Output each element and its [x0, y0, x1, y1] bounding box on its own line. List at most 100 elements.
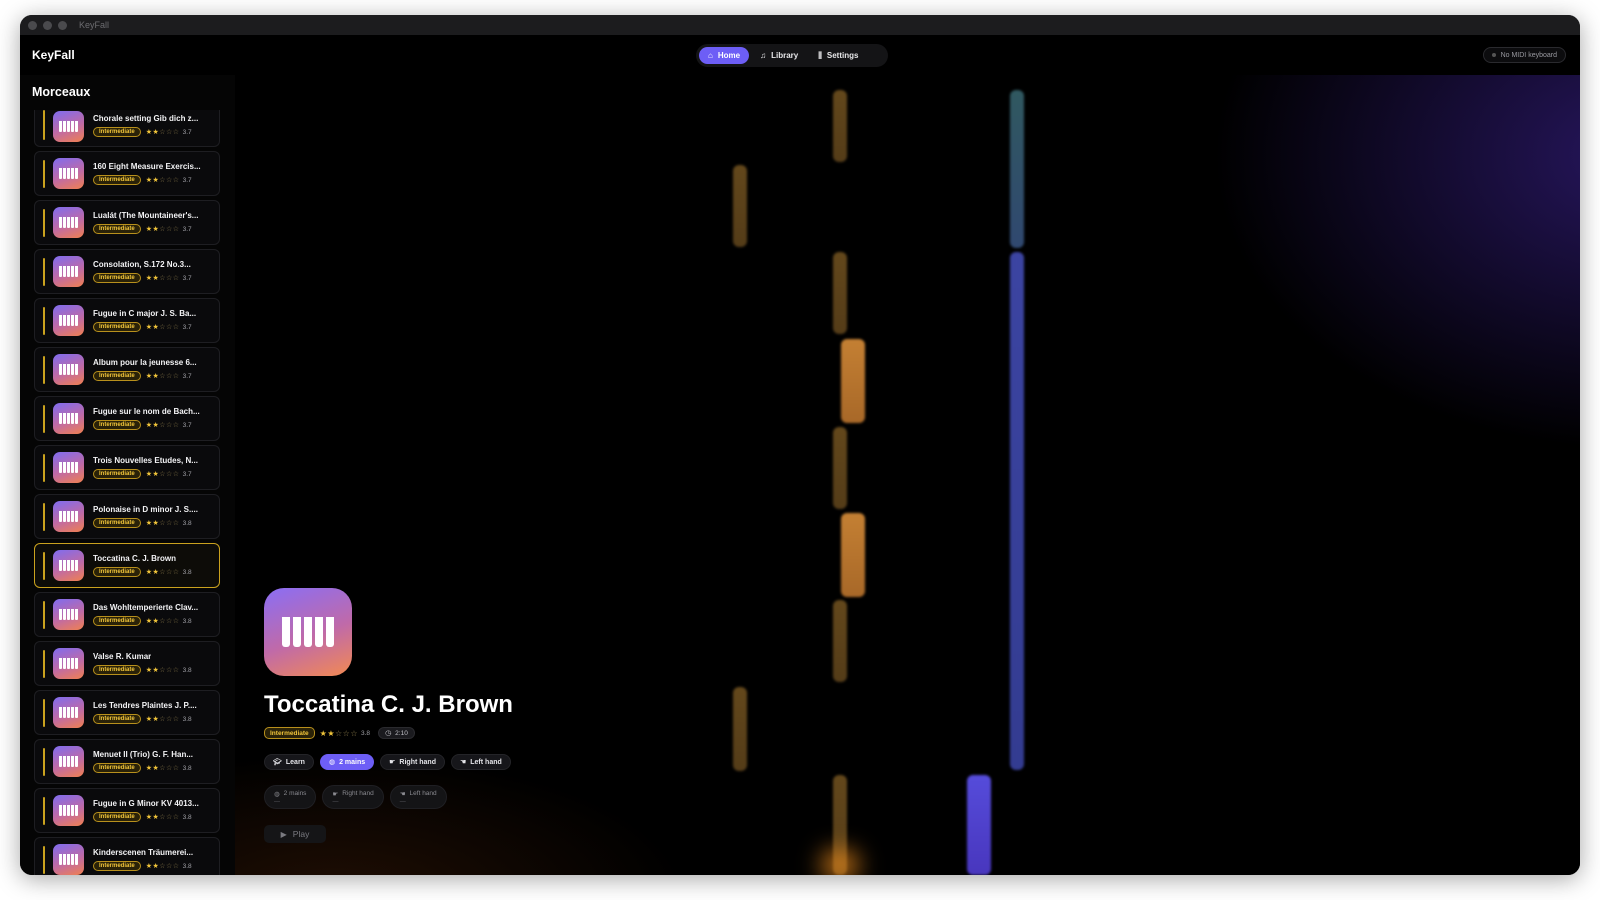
accent-bar [43, 748, 45, 776]
minimize-window-button[interactable] [43, 20, 52, 30]
mode-learn-label: Learn [285, 758, 305, 766]
left-hand-icon: ☚ [399, 790, 406, 798]
piano-icon [59, 168, 79, 179]
song-thumbnail [53, 403, 84, 434]
nav-library-button[interactable]: ♫ Library [751, 47, 807, 64]
song-list-item[interactable]: Fugue in C major J. S. Ba... Intermediate… [34, 298, 220, 343]
midi-status-badge[interactable]: No MIDI keyboard [1482, 47, 1566, 63]
accent-bar [43, 699, 45, 727]
song-list-item[interactable]: Les Tendres Plaintes J. P.... Intermediat… [34, 690, 220, 735]
song-list-item[interactable]: Kinderscenen Träumerei... Intermediate ★★☆… [34, 837, 220, 875]
song-list-item-meta: Intermediate ★★☆☆☆ 3.8 [93, 763, 192, 773]
song-thumbnail [53, 452, 84, 483]
stat-value: — [274, 798, 280, 805]
play-button[interactable]: ▶ Play [264, 825, 326, 843]
song-list-item[interactable]: 160 Eight Measure Exercis... Intermediate… [34, 151, 220, 196]
song-list[interactable]: Chorale setting Gib dich z... Intermediat… [34, 110, 220, 875]
difficulty-badge: Intermediate [93, 273, 141, 283]
song-list-item[interactable]: Valse R. Kumar Intermediate ★★☆☆☆ 3.8 [34, 641, 220, 686]
falling-note [733, 165, 747, 247]
song-list-item[interactable]: Fugue in G Minor KV 4013... Intermediate ★… [34, 788, 220, 833]
mode-both-hands-label: 2 mains [339, 758, 366, 766]
song-list-item[interactable]: Menuet II (Trio) G. F. Han... Intermediat… [34, 739, 220, 784]
rating-value: 3.7 [182, 323, 192, 331]
stat-both-hands: ◍ 2 mains — [264, 785, 317, 809]
stat-left-hand: ☚ Left hand — [389, 785, 447, 809]
star-rating: ★★☆☆☆ [145, 814, 180, 821]
piano-icon [59, 560, 79, 571]
music-note-icon: ♫ [760, 51, 767, 60]
star-rating: ★★☆☆☆ [145, 471, 180, 478]
close-window-button[interactable] [28, 20, 37, 30]
song-list-item-title: Trois Nouvelles Etudes, N... [93, 456, 198, 465]
accent-bar [43, 650, 45, 678]
difficulty-badge: Intermediate [93, 322, 141, 332]
nav-settings-button[interactable]: ⫼ Settings [809, 47, 867, 64]
song-list-item[interactable]: Das Wohltemperierte Clav... Intermediate ★… [34, 592, 220, 637]
piano-icon [59, 217, 79, 228]
star-rating: ★★☆☆☆ [145, 863, 180, 870]
app-window: KeyFall KeyFall ⌂ Home ♫ Library ⫼ Setti… [20, 15, 1580, 875]
song-list-item[interactable]: Chorale setting Gib dich z... Intermediat… [34, 110, 220, 147]
stat-label: 2 mains [283, 790, 307, 797]
song-list-item[interactable]: Lualát (The Mountaineer's... Intermediate… [34, 200, 220, 245]
song-list-item-meta: Intermediate ★★☆☆☆ 3.8 [93, 861, 192, 871]
rating-value: 3.7 [182, 176, 192, 184]
mode-learn-button[interactable]: 🎓︎ Learn [264, 754, 314, 770]
difficulty-badge: Intermediate [93, 224, 141, 234]
song-list-item[interactable]: Toccatina C. J. Brown Intermediate ★★☆☆☆ 3.… [34, 543, 220, 588]
rating-value: 3.7 [182, 470, 192, 478]
song-thumbnail [53, 158, 84, 189]
rating-value: 3.8 [182, 617, 192, 625]
star-rating: ★★☆☆☆ [145, 226, 180, 233]
falling-note [833, 600, 847, 682]
zoom-window-button[interactable] [58, 20, 67, 30]
piano-icon [59, 121, 79, 132]
song-list-item[interactable]: Consolation, S.172 No.3... Intermediate ★★… [34, 249, 220, 294]
difficulty-badge: Intermediate [93, 127, 141, 137]
song-list-item[interactable]: Fugue sur le nom de Bach... Intermediate ★… [34, 396, 220, 441]
nav-home-button[interactable]: ⌂ Home [699, 47, 750, 64]
accent-bar [43, 503, 45, 531]
rating-value: 3.7 [182, 372, 192, 380]
piano-icon [281, 617, 336, 647]
song-list-item[interactable]: Album pour la jeunesse 6... Intermediate ★… [34, 347, 220, 392]
stat-label: Right hand [342, 790, 374, 797]
difficulty-badge: Intermediate [93, 714, 141, 724]
rating-value: 3.8 [182, 568, 192, 576]
song-list-item-meta: Intermediate ★★☆☆☆ 3.8 [93, 616, 192, 626]
mode-left-hand-label: Left hand [470, 758, 502, 766]
star-rating: ★★☆☆☆ [145, 618, 180, 625]
star-rating: ★★☆☆☆ [145, 765, 180, 772]
nav-home-label: Home [717, 51, 741, 60]
song-list-item-title: Kinderscenen Träumerei... [93, 848, 194, 857]
falling-note [833, 252, 847, 334]
song-meta: Intermediate ★★☆☆☆ 3.8 ◷ 2:10 [264, 727, 415, 739]
piano-icon [59, 364, 79, 375]
top-bar: KeyFall ⌂ Home ♫ Library ⫼ Settings No M… [20, 35, 1580, 75]
rating-value: 3.7 [182, 128, 192, 136]
main-stage: Toccatina C. J. Brown Intermediate ★★☆☆☆… [235, 75, 1580, 875]
window-title: KeyFall [79, 20, 110, 30]
song-list-item-title: Fugue in G Minor KV 4013... [93, 799, 199, 808]
mode-right-hand-button[interactable]: ☛ Right hand [380, 754, 445, 770]
song-thumbnail [53, 501, 84, 532]
song-list-item-meta: Intermediate ★★☆☆☆ 3.7 [93, 322, 192, 332]
play-label: Play [292, 829, 310, 839]
song-list-item[interactable]: Polonaise in D minor J. S.... Intermediat… [34, 494, 220, 539]
falling-note [967, 775, 991, 875]
mode-both-hands-button[interactable]: ◍ 2 mains [319, 754, 375, 770]
song-thumbnail [53, 207, 84, 238]
song-thumbnail [53, 111, 84, 142]
play-icon: ▶ [280, 829, 287, 839]
piano-icon [59, 805, 79, 816]
song-list-item-title: Lualát (The Mountaineer's... [93, 211, 199, 220]
mode-left-hand-button[interactable]: ☚ Left hand [450, 754, 511, 770]
accent-bar [43, 405, 45, 433]
song-title: Toccatina C. J. Brown [264, 691, 513, 718]
rating-value: 3.8 [182, 666, 192, 674]
rating-value: 3.8 [182, 764, 192, 772]
stat-right-hand: ☛ Right hand — [322, 785, 384, 809]
song-thumbnail [53, 256, 84, 287]
song-list-item[interactable]: Trois Nouvelles Etudes, N... Intermediate… [34, 445, 220, 490]
